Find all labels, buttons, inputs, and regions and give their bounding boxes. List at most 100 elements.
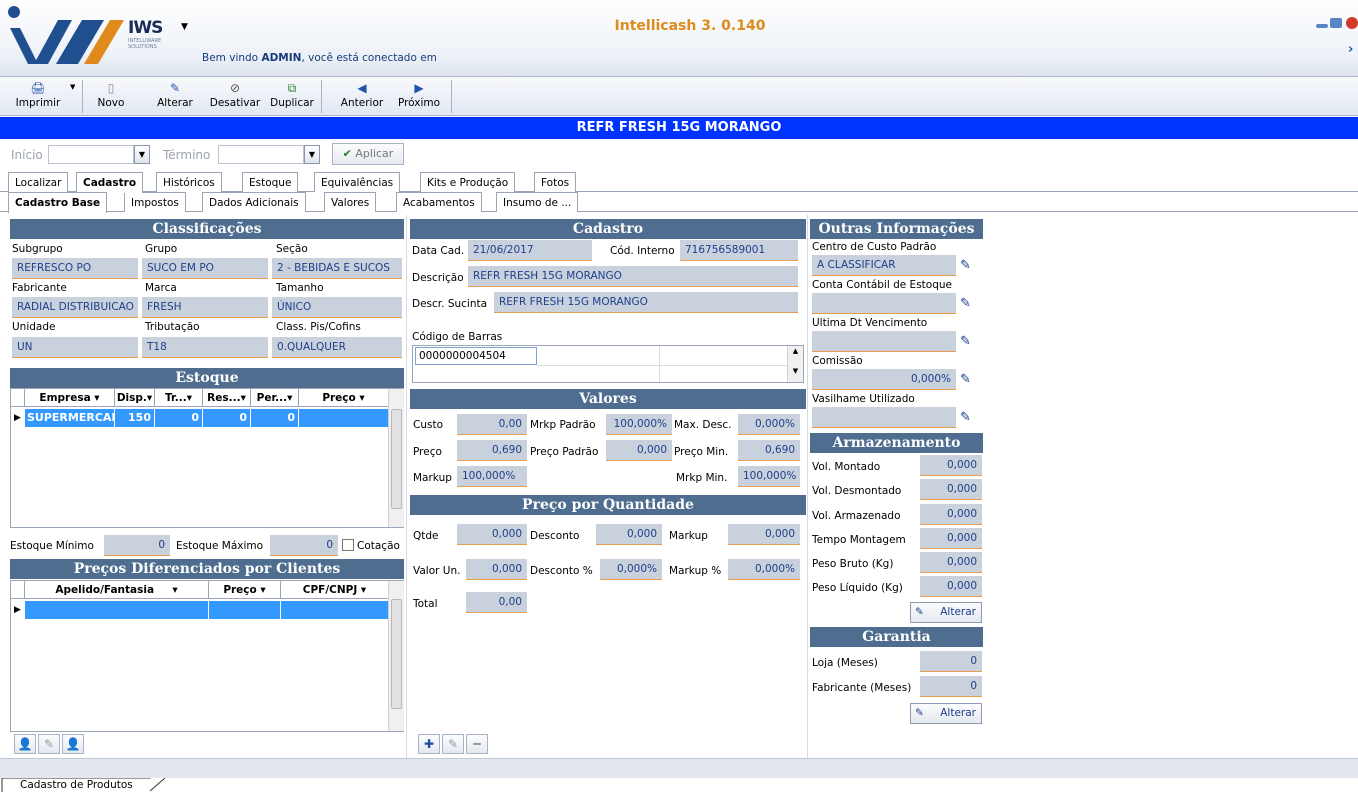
- pencil-icon[interactable]: ✎: [960, 372, 976, 388]
- peso-liquido-field[interactable]: 0,000: [920, 576, 982, 597]
- minimize-icon[interactable]: [1316, 24, 1328, 28]
- subtab-dados-adicionais[interactable]: Dados Adicionais: [202, 192, 306, 212]
- mrkp-padrao-field[interactable]: 100,000%: [606, 414, 672, 435]
- deactivate-button[interactable]: ⊘ Desativar: [206, 77, 264, 115]
- subtab-acabamentos[interactable]: Acabamentos: [396, 192, 482, 212]
- col-empresa[interactable]: Empresa ▾: [25, 389, 115, 407]
- estoque-scrollbar[interactable]: [388, 389, 404, 527]
- col-res[interactable]: Res...▾: [203, 389, 251, 407]
- desconto-pct-field[interactable]: 0,000%: [600, 559, 662, 580]
- pencil-icon[interactable]: ✎: [960, 258, 976, 274]
- secao-field[interactable]: 2 - BEBIDAS E SUCOS: [272, 258, 402, 279]
- descr-sucinta-field[interactable]: REFR FRESH 15G MORANGO: [494, 292, 798, 313]
- subtab-cadastro-base[interactable]: Cadastro Base: [8, 192, 108, 213]
- duplicate-button[interactable]: ⧉ Duplicar: [266, 77, 318, 115]
- tab-equivalencias[interactable]: Equivalências: [314, 172, 401, 192]
- col-preco-cliente[interactable]: Preço ▾: [209, 581, 281, 599]
- barcode-scrollbar[interactable]: ▲ ▼: [787, 346, 803, 382]
- end-date-dropdown-icon[interactable]: ▼: [304, 145, 320, 164]
- table-row[interactable]: ▶: [11, 601, 389, 619]
- qtde-field[interactable]: 0,000: [457, 524, 527, 545]
- unidade-field[interactable]: UN: [12, 337, 138, 358]
- tab-localizar[interactable]: Localizar: [8, 172, 69, 192]
- estoque-maximo-field[interactable]: 0: [270, 535, 338, 556]
- tab-fotos[interactable]: Fotos: [534, 172, 577, 192]
- close-icon[interactable]: [1346, 17, 1358, 29]
- end-date-input[interactable]: [218, 145, 304, 164]
- tab-historicos[interactable]: Históricos: [156, 172, 222, 192]
- table-row[interactable]: ▶ SUPERMERCADO 150 0 0 0: [11, 409, 389, 427]
- fabricante-field[interactable]: RADIAL DISTRIBUICAO: [12, 297, 138, 318]
- valor-un-field[interactable]: 0,000: [466, 559, 527, 580]
- edit-button[interactable]: ✎ Alterar: [152, 77, 198, 115]
- desconto-field[interactable]: 0,000: [596, 524, 662, 545]
- pencil-icon[interactable]: ✎: [960, 410, 976, 426]
- loja-meses-field[interactable]: 0: [920, 651, 982, 672]
- remove-client-price-button[interactable]: 👤: [62, 734, 84, 754]
- tamanho-field[interactable]: ÚNICO: [272, 297, 402, 318]
- descricao-field[interactable]: REFR FRESH 15G MORANGO: [468, 266, 798, 287]
- preco-min-field[interactable]: 0,690: [738, 440, 800, 461]
- centro-custo-field[interactable]: A CLASSIFICAR: [812, 255, 956, 276]
- grupo-field[interactable]: SUCO EM PO: [142, 258, 268, 279]
- start-date-dropdown-icon[interactable]: ▼: [134, 145, 150, 164]
- total-field[interactable]: 0,00: [466, 592, 527, 613]
- conta-contabil-field[interactable]: [812, 293, 956, 314]
- remove-qty-price-button[interactable]: ━: [466, 734, 488, 754]
- preco-field[interactable]: 0,690: [457, 440, 527, 461]
- print-dropdown-icon[interactable]: ▼: [70, 83, 75, 91]
- subtab-valores[interactable]: Valores: [324, 192, 377, 212]
- marca-field[interactable]: FRESH: [142, 297, 268, 318]
- subtab-impostos[interactable]: Impostos: [124, 192, 186, 212]
- garantia-alterar-button[interactable]: ✎ Alterar: [910, 703, 982, 724]
- comissao-field[interactable]: 0,000%: [812, 369, 956, 390]
- peso-bruto-field[interactable]: 0,000: [920, 552, 982, 573]
- tributacao-field[interactable]: T18: [142, 337, 268, 358]
- edit-qty-price-button[interactable]: ✎: [442, 734, 464, 754]
- precos-scrollbar[interactable]: [388, 581, 404, 731]
- tab-kits[interactable]: Kits e Produção: [420, 172, 516, 192]
- estoque-minimo-field[interactable]: 0: [104, 535, 170, 556]
- pencil-icon[interactable]: ✎: [960, 296, 976, 312]
- new-button[interactable]: ▯ Novo: [88, 77, 134, 115]
- cod-interno-field[interactable]: 716756589001: [680, 240, 798, 261]
- col-disp[interactable]: Disp.▾: [115, 389, 155, 407]
- mrkp-min-field[interactable]: 100,000%: [738, 466, 800, 487]
- max-desc-field[interactable]: 0,000%: [738, 414, 800, 435]
- add-client-price-button[interactable]: 👤: [14, 734, 36, 754]
- col-per[interactable]: Per...▾: [251, 389, 299, 407]
- markup-pct-field[interactable]: 0,000%: [728, 559, 800, 580]
- vencimento-field[interactable]: [812, 331, 956, 352]
- tab-estoque[interactable]: Estoque: [242, 172, 299, 192]
- armazenamento-alterar-button[interactable]: ✎ Alterar: [910, 602, 982, 623]
- subgrupo-field[interactable]: REFRESCO PO: [12, 258, 138, 279]
- qtd-markup-field[interactable]: 0,000: [728, 524, 800, 545]
- pis-field[interactable]: 0.QUALQUER: [272, 337, 402, 358]
- cotacao-checkbox[interactable]: [342, 539, 354, 551]
- tempo-montagem-field[interactable]: 0,000: [920, 528, 982, 549]
- previous-button[interactable]: ◀ Anterior: [338, 77, 386, 115]
- brand-dropdown-icon[interactable]: ▼: [181, 22, 188, 32]
- col-apelido[interactable]: Apelido/Fantasia ▾: [25, 581, 209, 599]
- data-cad-field[interactable]: 21/06/2017: [468, 240, 592, 261]
- restore-icon[interactable]: [1330, 18, 1342, 28]
- col-preco[interactable]: Preço ▾: [299, 389, 389, 407]
- next-button[interactable]: ▶ Próximo: [392, 77, 446, 115]
- tab-cadastro[interactable]: Cadastro: [76, 172, 144, 193]
- markup-field[interactable]: 100,000%: [457, 466, 527, 487]
- tab-cadastro-produtos[interactable]: Cadastro de Produtos: [1, 778, 170, 792]
- vol-armazenado-field[interactable]: 0,000: [920, 504, 982, 525]
- add-qty-price-button[interactable]: ✚: [418, 734, 440, 754]
- col-cpf-cnpj[interactable]: CPF/CNPJ ▾: [281, 581, 389, 599]
- subtab-insumo[interactable]: Insumo de ...: [496, 192, 579, 212]
- edit-client-price-button[interactable]: ✎: [38, 734, 60, 754]
- custo-field[interactable]: 0,00: [457, 414, 527, 435]
- vol-montado-field[interactable]: 0,000: [920, 455, 982, 476]
- print-button[interactable]: 🖨 Imprimir: [8, 77, 68, 115]
- start-date-input[interactable]: [48, 145, 134, 164]
- apply-button[interactable]: ✔ Aplicar: [332, 143, 404, 165]
- barcode-cell[interactable]: 0000000004504: [415, 347, 537, 365]
- pencil-icon[interactable]: ✎: [960, 334, 976, 350]
- fabricante-meses-field[interactable]: 0: [920, 676, 982, 697]
- chevron-right-icon[interactable]: ›: [1348, 42, 1353, 57]
